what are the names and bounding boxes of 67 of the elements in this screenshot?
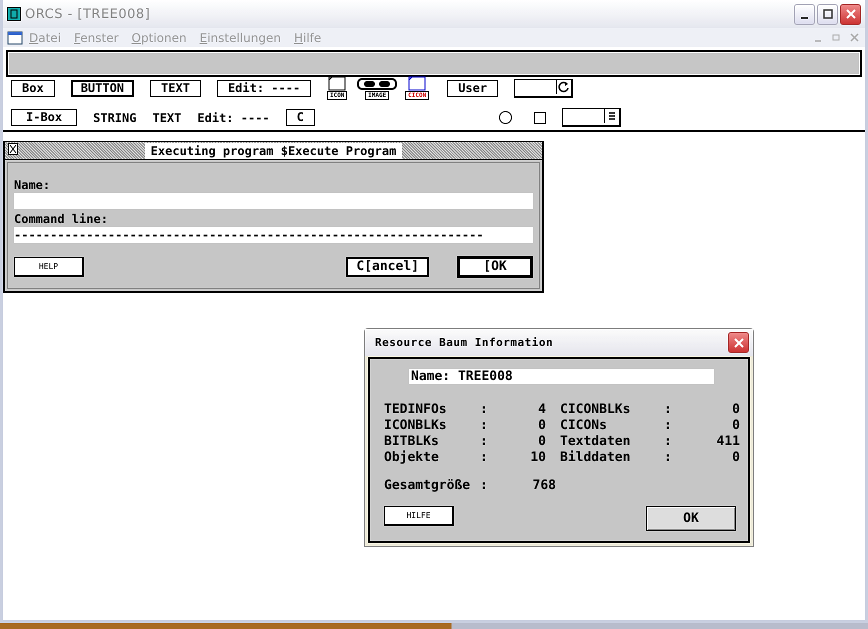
colon: : [664, 434, 672, 450]
stat-label: Textdaten [560, 434, 632, 450]
app-icon [7, 7, 21, 21]
stat-value: 0 [731, 450, 740, 466]
ok-button[interactable]: OK [646, 506, 736, 531]
close-icon [846, 9, 856, 19]
stat-label: Objekte [384, 450, 440, 466]
colon: : [480, 478, 488, 494]
stat-value: 0 [731, 402, 740, 418]
stat-value: 411 [716, 434, 740, 450]
box-object[interactable]: User [447, 80, 498, 96]
edit-object[interactable]: Edit: ---- [216, 80, 312, 96]
stat-value: 0 [537, 418, 546, 434]
field-label: Command line: [14, 212, 109, 226]
stat-value: 10 [529, 450, 546, 466]
close-icon [734, 338, 744, 348]
window-title: ORCS - [TREE008] [25, 6, 152, 22]
stat-value: 768 [532, 478, 556, 494]
help-button[interactable]: HILFE [384, 506, 454, 526]
colon: : [480, 402, 488, 418]
stat-label: BITBLKs [384, 434, 440, 450]
minimize-button[interactable] [794, 4, 815, 24]
radio-object[interactable] [498, 111, 512, 124]
close-button[interactable] [8, 143, 18, 157]
minimize-icon [801, 17, 808, 19]
checkbox-object[interactable] [534, 112, 546, 124]
colon: : [480, 450, 488, 466]
stat-value: 0 [731, 418, 740, 434]
colon: : [664, 402, 672, 418]
text-object[interactable]: TEXT [150, 80, 201, 96]
document-icon[interactable] [7, 30, 23, 44]
ok-button[interactable]: [OK [457, 256, 533, 278]
cancel-button[interactable]: C[ancel] [346, 257, 429, 277]
colon: : [480, 434, 488, 450]
button-object[interactable]: BUTTON [70, 80, 134, 96]
colon: : [664, 418, 672, 434]
text-object[interactable]: TEXT [152, 110, 182, 124]
colon: : [664, 450, 672, 466]
input-field[interactable]: ----------------------------------------------------------------- [14, 227, 533, 243]
stat-label: CICONs [560, 418, 608, 434]
box-object[interactable]: C [286, 109, 315, 126]
maximize-icon [822, 9, 832, 19]
stat-label: CICONBLKs [560, 402, 632, 418]
field-label: Name: [14, 178, 52, 192]
popup-object[interactable] [562, 108, 621, 127]
stat-label: ICONBLKs [384, 418, 448, 434]
input-field[interactable] [14, 193, 533, 209]
pill-icon [355, 76, 400, 91]
box-object[interactable]: Box [11, 80, 55, 96]
dialog-title: Executing program $Execute Program [144, 142, 402, 158]
close-button[interactable] [728, 332, 749, 353]
maximize-button[interactable] [817, 4, 838, 24]
name-field: Name: TREE008 [409, 369, 714, 384]
stat-label: TEDINFOs [384, 402, 448, 418]
colon: : [480, 418, 488, 434]
stat-value: 4 [537, 402, 546, 418]
stat-label: Gesamtgröße [384, 478, 472, 494]
stat-label: Bilddaten [560, 450, 632, 466]
close-button[interactable] [840, 4, 861, 24]
text-object[interactable]: Edit: ---- [197, 110, 270, 124]
box-object[interactable]: I-Box [11, 109, 78, 126]
dialog-title: Resource Baum Information [375, 336, 554, 349]
refresh-icon [556, 80, 572, 94]
text-object[interactable]: STRING [93, 110, 136, 124]
help-button[interactable]: HELP [14, 257, 84, 277]
popup-object[interactable] [514, 78, 574, 98]
stat-value: 0 [537, 434, 546, 450]
